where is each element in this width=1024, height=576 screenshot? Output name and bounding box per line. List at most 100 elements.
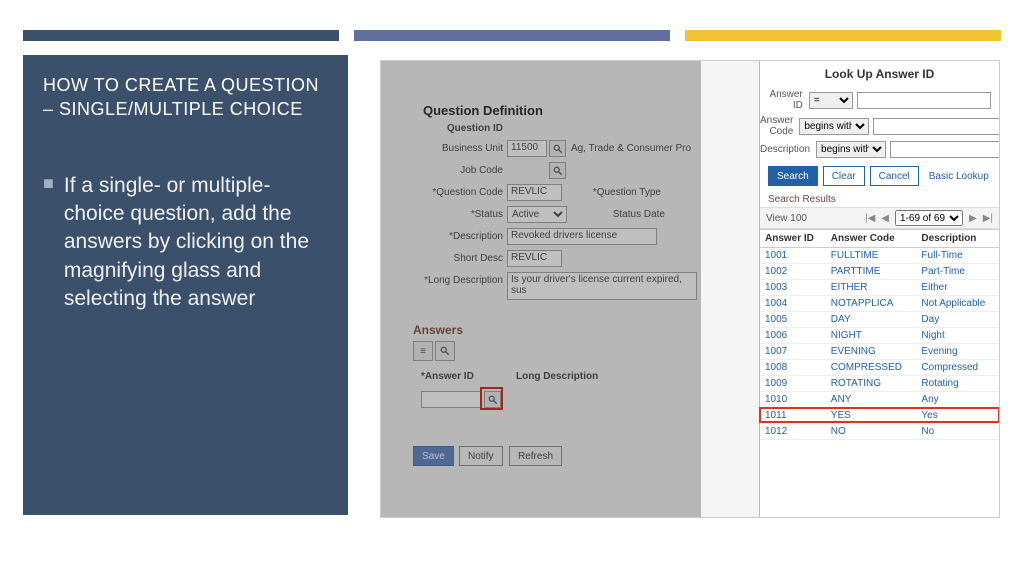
pager-view[interactable]: View 100 — [766, 213, 807, 224]
cell-desc[interactable]: Full-Time — [916, 248, 999, 264]
answers-heading: Answers — [413, 323, 463, 337]
refresh-button[interactable]: Refresh — [509, 446, 562, 466]
business-unit-name: Ag, Trade & Consumer Pro — [571, 143, 701, 154]
job-code-lookup-icon[interactable] — [549, 162, 566, 179]
cell-id[interactable]: 1008 — [760, 360, 826, 376]
cell-desc[interactable]: Rotating — [916, 376, 999, 392]
long-desc-field[interactable]: Is your driver's license current expired… — [507, 272, 697, 300]
label-long-desc-col: Long Description — [516, 371, 616, 382]
business-unit-lookup-icon[interactable] — [549, 140, 566, 157]
cell-desc[interactable]: Not Applicable — [916, 296, 999, 312]
col-description[interactable]: Description — [916, 230, 999, 248]
short-desc-field[interactable]: REVLIC — [507, 250, 562, 267]
cell-code[interactable]: EITHER — [826, 280, 917, 296]
cell-id[interactable]: 1009 — [760, 376, 826, 392]
lookup-op-answer-id[interactable]: = — [809, 92, 853, 109]
cell-code[interactable]: NO — [826, 424, 917, 440]
lookup-input-answer-code[interactable] — [873, 118, 1000, 135]
cancel-button[interactable]: Cancel — [870, 166, 919, 186]
question-code-field[interactable]: REVLIC — [507, 184, 562, 201]
cell-id[interactable]: 1005 — [760, 312, 826, 328]
table-row[interactable]: 1004NOTAPPLICANot Applicable — [760, 296, 999, 312]
table-row[interactable]: 1010ANYAny — [760, 392, 999, 408]
search-button[interactable]: Search — [768, 166, 818, 186]
lookup-panel: Look Up Answer ID Answer ID = Answer Cod… — [759, 61, 999, 517]
pager-next-icon[interactable]: ▶ — [969, 213, 977, 224]
label-short-desc: Short Desc — [403, 253, 503, 264]
lookup-op-answer-code[interactable]: begins with — [799, 118, 869, 135]
cell-desc[interactable]: Compressed — [916, 360, 999, 376]
bullet-item: ■ If a single- or multiple-choice questi… — [43, 172, 328, 314]
label-status-date: Status Date — [595, 209, 665, 220]
lookup-op-description[interactable]: begins with — [816, 141, 886, 158]
table-row[interactable]: 1012NONo — [760, 424, 999, 440]
label-question-id: Question ID — [403, 123, 503, 134]
lookup-row-answer-code: Answer Code begins with — [760, 113, 999, 139]
table-row[interactable]: 1007EVENINGEvening — [760, 344, 999, 360]
cell-desc[interactable]: Night — [916, 328, 999, 344]
label-question-code: *Question Code — [403, 187, 503, 198]
answer-id-input[interactable] — [421, 391, 481, 408]
pager-range-select[interactable]: 1-69 of 69 — [895, 210, 963, 226]
pager-last-icon[interactable]: ▶| — [983, 213, 993, 224]
status-select[interactable]: Active — [507, 206, 567, 223]
search-icon — [553, 144, 563, 154]
cell-id[interactable]: 1003 — [760, 280, 826, 296]
cell-id[interactable]: 1012 — [760, 424, 826, 440]
cell-code[interactable]: PARTTIME — [826, 264, 917, 280]
lookup-row-description: Description begins with — [760, 139, 999, 160]
table-row[interactable]: 1008COMPRESSEDCompressed — [760, 360, 999, 376]
cell-id[interactable]: 1001 — [760, 248, 826, 264]
accent-stripes — [23, 30, 1001, 41]
basic-lookup-link[interactable]: Basic Lookup — [929, 171, 989, 182]
business-unit-field[interactable]: 11500 — [507, 140, 547, 157]
notify-button[interactable]: Notify — [459, 446, 503, 466]
stripe-2 — [354, 30, 670, 41]
cell-desc[interactable]: Part-Time — [916, 264, 999, 280]
cell-code[interactable]: NIGHT — [826, 328, 917, 344]
table-row[interactable]: 1002PARTTIMEPart-Time — [760, 264, 999, 280]
cell-code[interactable]: ANY — [826, 392, 917, 408]
answers-toolbar-find-icon[interactable] — [435, 341, 455, 361]
label-question-type: *Question Type — [581, 187, 661, 198]
stripe-1 — [23, 30, 339, 41]
lookup-input-answer-id[interactable] — [857, 92, 991, 109]
table-row[interactable]: 1009ROTATINGRotating — [760, 376, 999, 392]
cell-id[interactable]: 1002 — [760, 264, 826, 280]
label-long-desc: *Long Description — [403, 275, 503, 286]
cell-code[interactable]: NOTAPPLICA — [826, 296, 917, 312]
pager-prev-icon[interactable]: ◀ — [881, 213, 889, 224]
label-business-unit: Business Unit — [403, 143, 503, 154]
cell-desc[interactable]: Any — [916, 392, 999, 408]
bullet-text: If a single- or multiple-choice question… — [64, 172, 328, 314]
answers-toolbar-btn-1[interactable]: ≡ — [413, 341, 433, 361]
search-results-label: Search Results — [760, 192, 999, 207]
table-row[interactable]: 1003EITHEREither — [760, 280, 999, 296]
lookup-title: Look Up Answer ID — [760, 61, 999, 87]
highlight-selected-row — [759, 407, 1000, 423]
cell-code[interactable]: ROTATING — [826, 376, 917, 392]
col-answer-id[interactable]: Answer ID — [760, 230, 826, 248]
table-row[interactable]: 1006NIGHTNight — [760, 328, 999, 344]
clear-button[interactable]: Clear — [823, 166, 865, 186]
col-answer-code[interactable]: Answer Code — [826, 230, 917, 248]
lookup-input-description[interactable] — [890, 141, 1000, 158]
cell-desc[interactable]: No — [916, 424, 999, 440]
cell-id[interactable]: 1004 — [760, 296, 826, 312]
cell-desc[interactable]: Either — [916, 280, 999, 296]
cell-desc[interactable]: Day — [916, 312, 999, 328]
cell-id[interactable]: 1010 — [760, 392, 826, 408]
cell-id[interactable]: 1006 — [760, 328, 826, 344]
cell-id[interactable]: 1007 — [760, 344, 826, 360]
slide-title: HOW TO CREATE A QUESTION – SINGLE/MULTIP… — [43, 73, 328, 122]
pager-first-icon[interactable]: |◀ — [865, 213, 875, 224]
cell-code[interactable]: FULLTIME — [826, 248, 917, 264]
table-row[interactable]: 1001FULLTIMEFull-Time — [760, 248, 999, 264]
cell-code[interactable]: EVENING — [826, 344, 917, 360]
cell-code[interactable]: DAY — [826, 312, 917, 328]
cell-desc[interactable]: Evening — [916, 344, 999, 360]
save-button[interactable]: Save — [413, 446, 454, 466]
description-field[interactable]: Revoked drivers license — [507, 228, 657, 245]
table-row[interactable]: 1005DAYDay — [760, 312, 999, 328]
cell-code[interactable]: COMPRESSED — [826, 360, 917, 376]
